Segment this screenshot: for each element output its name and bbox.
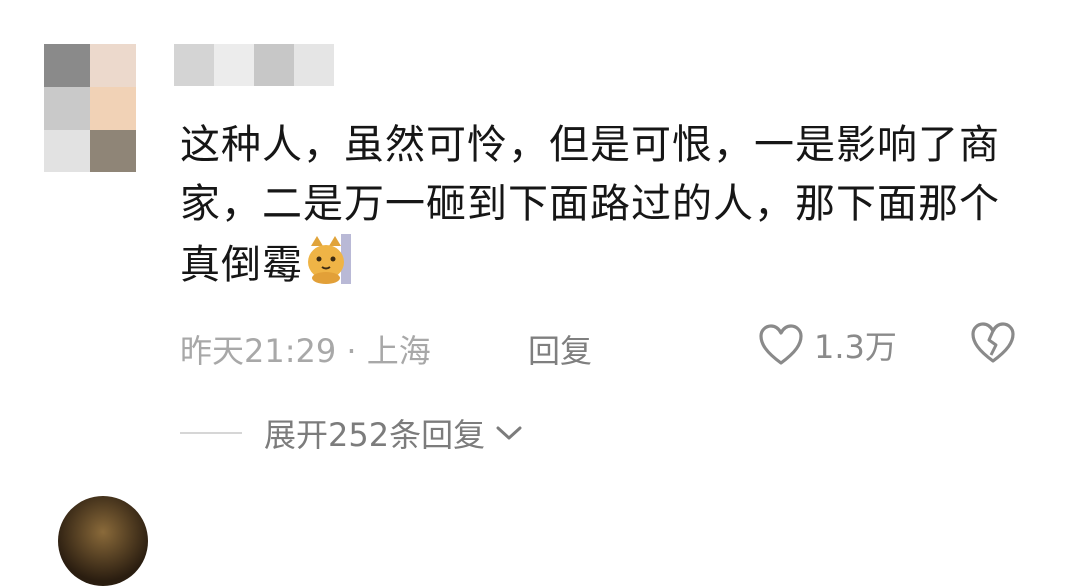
next-comment-avatar[interactable] — [58, 496, 148, 586]
like-button[interactable]: 1.3万 — [758, 322, 897, 368]
comment-meta-row: 昨天21:29 · 上海 回复 1.3万 — [180, 322, 1040, 370]
chevron-down-icon — [496, 426, 522, 440]
expand-replies-label: 展开252条回复 — [264, 416, 486, 454]
avatar[interactable] — [44, 44, 136, 172]
broken-heart-icon — [971, 322, 1015, 363]
reply-button[interactable]: 回复 — [528, 326, 592, 372]
expand-replies-button[interactable]: 展开252条回复 — [180, 410, 523, 456]
comment-text: 这种人，虽然可怜，但是可恨，一是影响了商家，二是万一砸到下面路过的人，那下面那个… — [180, 116, 1010, 295]
comment-body: 这种人，虽然可怜，但是可恨，一是影响了商家，二是万一砸到下面路过的人，那下面那个… — [180, 122, 1000, 288]
cat-face-sticker-icon — [307, 234, 351, 284]
timestamp-location: 昨天21:29 · 上海 — [180, 332, 431, 370]
username-blurred[interactable] — [174, 44, 334, 86]
dislike-button[interactable] — [970, 322, 1016, 372]
divider-line — [180, 432, 242, 434]
heart-icon — [759, 324, 803, 365]
like-count: 1.3万 — [814, 328, 897, 366]
